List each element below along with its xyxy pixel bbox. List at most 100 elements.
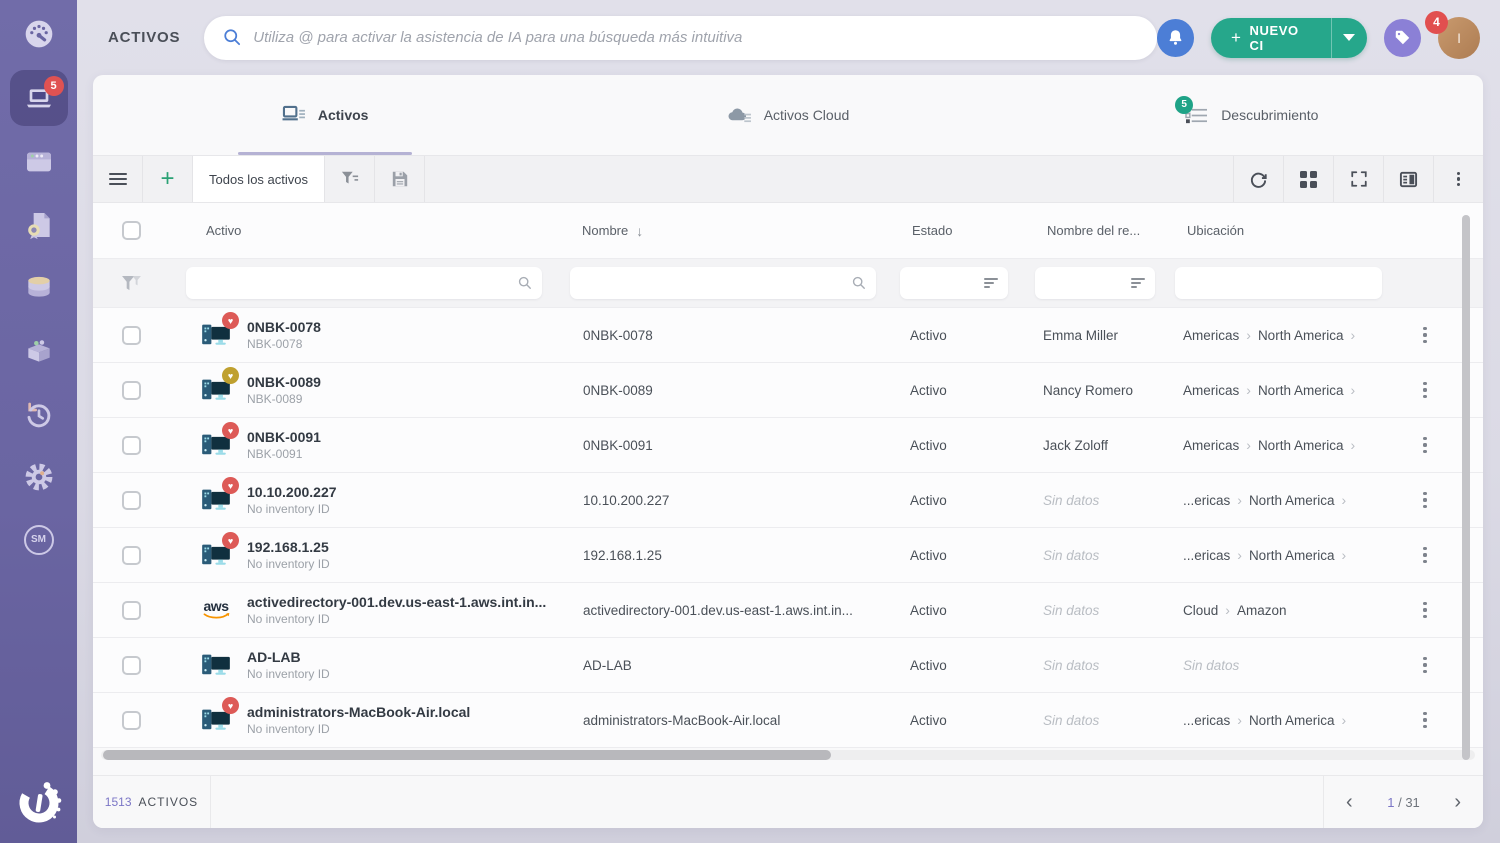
- cell-owner: Sin datos: [1035, 713, 1175, 728]
- column-header-ubicacion[interactable]: Ubicación: [1187, 223, 1244, 238]
- asset-title[interactable]: 10.10.200.227: [247, 484, 337, 500]
- table-row[interactable]: aws ♥ 0NBK-0078 NBK-0078 0NBK-0078 Activ…: [93, 308, 1483, 363]
- table-row[interactable]: aws ♥ 10.10.200.227 No inventory ID 10.1…: [93, 473, 1483, 528]
- cell-nombre: AD-LAB: [570, 658, 900, 673]
- sidebar-item-dashboard[interactable]: [10, 6, 68, 62]
- sidebar-item-assets[interactable]: 5: [10, 70, 68, 126]
- filter-select-estado[interactable]: [900, 267, 1008, 299]
- row-actions-button[interactable]: [1402, 490, 1448, 510]
- row-checkbox[interactable]: [122, 381, 141, 400]
- invgate-logo: [0, 779, 77, 827]
- refresh-button[interactable]: [1233, 156, 1283, 202]
- new-ci-dropdown[interactable]: [1331, 18, 1366, 58]
- global-search[interactable]: [204, 16, 1156, 60]
- sidebar-item-contracts[interactable]: [10, 193, 68, 256]
- filter-select-owner[interactable]: [1035, 267, 1155, 299]
- row-actions-button[interactable]: [1402, 325, 1448, 345]
- table-row[interactable]: aws ♥ 192.168.1.25 No inventory ID 192.1…: [93, 528, 1483, 583]
- save-view-button[interactable]: [375, 156, 425, 202]
- cell-nombre: 192.168.1.25: [570, 548, 900, 563]
- asset-title[interactable]: 192.168.1.25: [247, 539, 330, 555]
- user-avatar[interactable]: 4 I: [1438, 17, 1480, 59]
- filter-input-nombre[interactable]: [570, 267, 876, 299]
- search-icon: [518, 276, 532, 290]
- filter-input-ubicacion[interactable]: [1175, 267, 1382, 299]
- row-actions-button[interactable]: [1402, 435, 1448, 455]
- filter-input-activo[interactable]: [186, 267, 542, 299]
- new-ci-button[interactable]: + NUEVO CI: [1211, 18, 1367, 58]
- refresh-icon: [1249, 170, 1268, 189]
- row-actions-button[interactable]: [1402, 600, 1448, 620]
- select-all-checkbox[interactable]: [122, 221, 141, 240]
- views-menu-button[interactable]: [93, 156, 143, 202]
- asset-title[interactable]: AD-LAB: [247, 649, 330, 665]
- row-checkbox[interactable]: [122, 546, 141, 565]
- cell-owner: Sin datos: [1035, 658, 1175, 673]
- column-header-nombre[interactable]: Nombre: [582, 223, 628, 238]
- side-panel-button[interactable]: [1383, 156, 1433, 202]
- table-header: Activo Nombre ↓ Estado Nombre del re... …: [93, 203, 1483, 258]
- table-row[interactable]: aws ♥ administrators-MacBook-Air.local N…: [93, 693, 1483, 748]
- asset-title[interactable]: administrators-MacBook-Air.local: [247, 704, 470, 720]
- sidebar-item-software[interactable]: [10, 319, 68, 382]
- sidebar-item-settings[interactable]: [10, 445, 68, 508]
- sidebar-item-applications[interactable]: [10, 130, 68, 193]
- tab-descubrimiento[interactable]: 5 Descubrimiento: [1020, 75, 1483, 155]
- tab-activos[interactable]: Activos: [93, 75, 556, 155]
- search-input[interactable]: [253, 29, 1138, 46]
- row-checkbox[interactable]: [122, 491, 141, 510]
- horizontal-scrollbar-thumb[interactable]: [103, 750, 831, 760]
- cell-estado: Activo: [900, 603, 1035, 618]
- filter-button[interactable]: [325, 156, 375, 202]
- asset-title[interactable]: 0NBK-0089: [247, 374, 321, 390]
- horizontal-scrollbar[interactable]: [101, 750, 1475, 760]
- sidebar-item-history[interactable]: [10, 382, 68, 445]
- notifications-button[interactable]: [1157, 19, 1194, 57]
- save-icon: [391, 170, 409, 188]
- row-checkbox[interactable]: [122, 711, 141, 730]
- row-actions-button[interactable]: [1402, 545, 1448, 565]
- funnel-icon: [340, 170, 360, 188]
- column-header-activo[interactable]: Activo: [206, 223, 241, 238]
- column-header-estado[interactable]: Estado: [912, 223, 952, 238]
- table-row[interactable]: aws ♥ AD-LAB No inventory ID AD-LAB Acti…: [93, 638, 1483, 693]
- row-checkbox[interactable]: [122, 656, 141, 675]
- column-header-owner[interactable]: Nombre del re...: [1047, 223, 1140, 238]
- row-actions-button[interactable]: [1402, 710, 1448, 730]
- layout-panel-icon: [1399, 170, 1418, 189]
- cell-ubicacion: Sin datos: [1175, 658, 1402, 673]
- cell-estado: Activo: [900, 493, 1035, 508]
- more-options-button[interactable]: [1433, 156, 1483, 202]
- fullscreen-button[interactable]: [1333, 156, 1383, 202]
- row-checkbox[interactable]: [122, 326, 141, 345]
- vertical-scrollbar-thumb[interactable]: [1462, 215, 1470, 760]
- view-tab-todos-los-activos[interactable]: Todos los activos: [193, 156, 325, 202]
- asset-title[interactable]: 0NBK-0078: [247, 319, 321, 335]
- asset-title[interactable]: activedirectory-001.dev.us-east-1.aws.in…: [247, 594, 546, 610]
- sidebar-item-cmdb[interactable]: [10, 256, 68, 319]
- prev-page-button[interactable]: ‹: [1346, 792, 1353, 812]
- dashboard-gauge-icon: [23, 18, 55, 50]
- grid-view-button[interactable]: [1283, 156, 1333, 202]
- table-row[interactable]: aws ♥ 0NBK-0091 NBK-0091 0NBK-0091 Activ…: [93, 418, 1483, 473]
- table-footer: 1513 ACTIVOS ‹ 1 / 31 ›: [93, 775, 1483, 828]
- sidebar-item-sm[interactable]: SM: [10, 508, 68, 571]
- next-page-button[interactable]: ›: [1454, 792, 1461, 812]
- row-checkbox[interactable]: [122, 601, 141, 620]
- tags-button[interactable]: [1384, 19, 1421, 57]
- add-view-button[interactable]: +: [143, 156, 193, 202]
- asset-title[interactable]: 0NBK-0091: [247, 429, 321, 445]
- row-actions-button[interactable]: [1402, 380, 1448, 400]
- table-row[interactable]: aws ♥ 0NBK-0089 NBK-0089 0NBK-0089 Activ…: [93, 363, 1483, 418]
- tab-activos-cloud[interactable]: Activos Cloud: [556, 75, 1019, 155]
- page-title: ACTIVOS: [108, 29, 180, 46]
- new-ci-main[interactable]: + NUEVO CI: [1211, 18, 1331, 58]
- table-body: aws ♥ 0NBK-0078 NBK-0078 0NBK-0078 Activ…: [93, 308, 1483, 748]
- filter-row: [93, 258, 1483, 308]
- search-icon: [222, 27, 243, 48]
- row-checkbox[interactable]: [122, 436, 141, 455]
- sort-desc-icon[interactable]: ↓: [636, 223, 643, 239]
- table-row[interactable]: aws ♥ activedirectory-001.dev.us-east-1.…: [93, 583, 1483, 638]
- funnel-filled-icon[interactable]: [121, 275, 142, 292]
- row-actions-button[interactable]: [1402, 655, 1448, 675]
